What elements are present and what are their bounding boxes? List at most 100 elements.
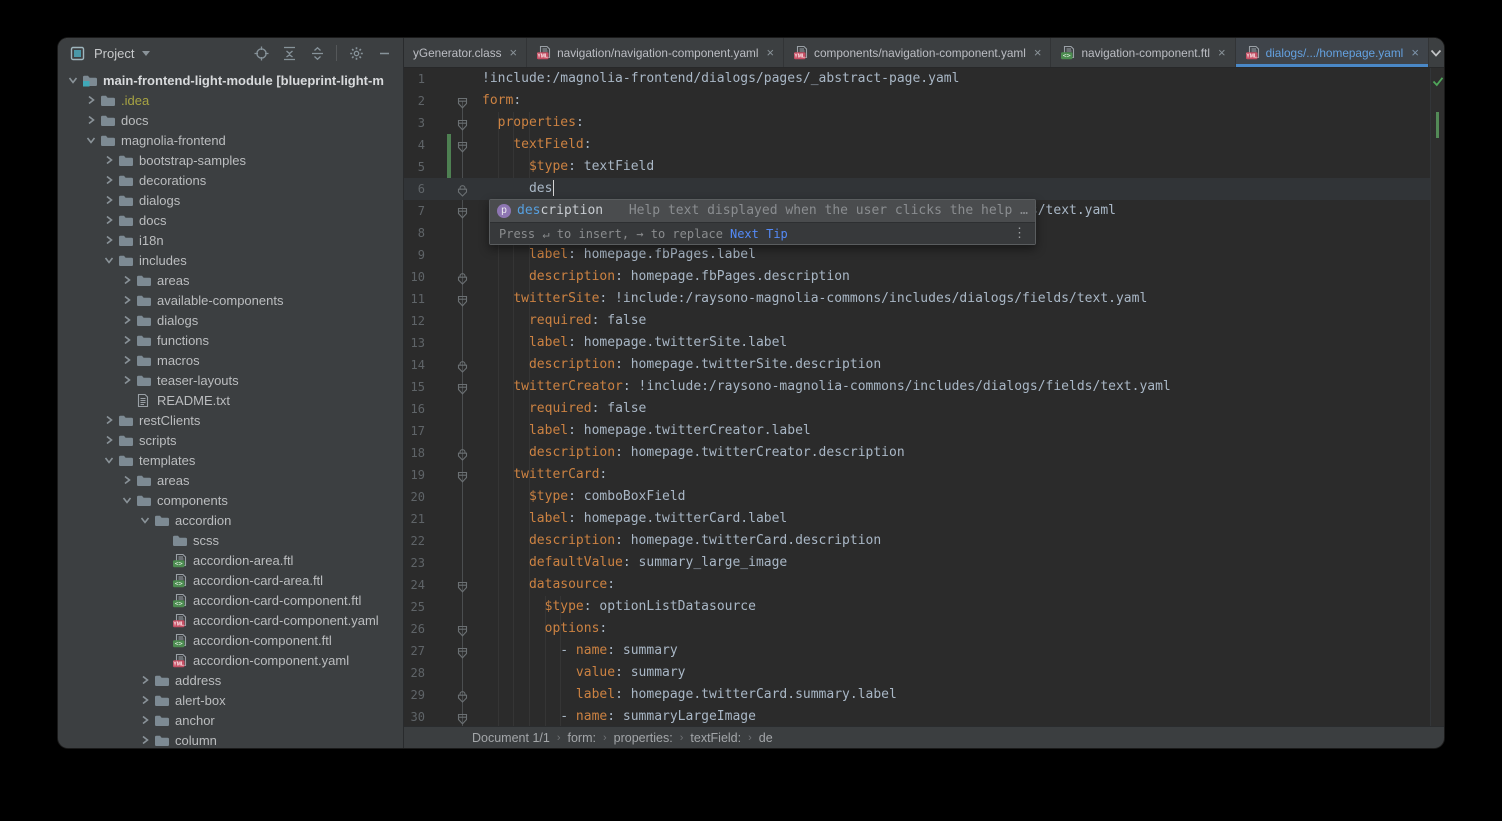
code-line-9[interactable]: 9 label: homepage.fbPages.label (404, 244, 1430, 266)
hide-tool-window-icon[interactable] (373, 42, 395, 64)
inspection-ok-check-icon[interactable] (1432, 73, 1444, 95)
tree-item-teaser-layouts[interactable]: teaser-layouts (58, 370, 403, 390)
tree-item-scss[interactable]: scss (58, 530, 403, 550)
chevron-right-icon[interactable] (100, 194, 118, 206)
close-tab-icon[interactable]: × (1034, 46, 1042, 59)
tree-item-main-frontend-light-module[interactable]: main-frontend-light-module [blueprint-li… (58, 70, 403, 90)
tree-item-accordion-component.ftl[interactable]: <>accordion-component.ftl (58, 630, 403, 650)
tree-item-available-components[interactable]: available-components (58, 290, 403, 310)
chevron-right-icon[interactable] (118, 294, 136, 306)
close-tab-icon[interactable]: × (1218, 46, 1226, 59)
close-tab-icon[interactable]: × (766, 46, 774, 59)
hidden-tabs-dropdown-icon[interactable] (1429, 38, 1444, 67)
chevron-right-icon[interactable] (118, 374, 136, 386)
tree-item-accordion-card-component.yaml[interactable]: YMLaccordion-card-component.yaml (58, 610, 403, 630)
chevron-down-icon[interactable] (100, 454, 118, 466)
collapse-all-icon[interactable] (278, 42, 300, 64)
code-line-11[interactable]: 11 twitterSite: !include:/raysono-magnol… (404, 288, 1430, 310)
code-line-2[interactable]: 2form: (404, 90, 1430, 112)
tree-item-decorations[interactable]: decorations (58, 170, 403, 190)
code-line-21[interactable]: 21 label: homepage.twitterCard.label (404, 508, 1430, 530)
code-line-14[interactable]: 14 description: homepage.twitterSite.des… (404, 354, 1430, 376)
editor-tab-navigation-navigation-component.yaml[interactable]: YMLnavigation/navigation-component.yaml× (527, 38, 784, 67)
code-line-24[interactable]: 24 datasource: (404, 574, 1430, 596)
code-line-4[interactable]: 4 textField: (404, 134, 1430, 156)
code-line-19[interactable]: 19 twitterCard: (404, 464, 1430, 486)
tree-item-restClients[interactable]: restClients (58, 410, 403, 430)
code-line-25[interactable]: 25 $type: optionListDatasource (404, 596, 1430, 618)
code-line-28[interactable]: 28 value: summary (404, 662, 1430, 684)
close-tab-icon[interactable]: × (1411, 46, 1419, 59)
chevron-right-icon[interactable] (100, 174, 118, 186)
code-line-18[interactable]: 18 description: homepage.twitterCreator.… (404, 442, 1430, 464)
more-options-icon[interactable]: ⋮ (1013, 223, 1026, 245)
chevron-right-icon[interactable] (136, 734, 154, 746)
tree-item-functions[interactable]: functions (58, 330, 403, 350)
chevron-down-icon[interactable] (82, 134, 100, 146)
tree-item-dialogs[interactable]: dialogs (58, 190, 403, 210)
tree-item-accordion[interactable]: accordion (58, 510, 403, 530)
code-line-20[interactable]: 20 $type: comboBoxField (404, 486, 1430, 508)
expand-all-icon[interactable] (306, 42, 328, 64)
editor-tab-components-navigation-component.yaml[interactable]: YMLcomponents/navigation-component.yaml× (784, 38, 1051, 67)
tree-item-macros[interactable]: macros (58, 350, 403, 370)
chevron-right-icon[interactable] (118, 354, 136, 366)
chevron-right-icon[interactable] (100, 414, 118, 426)
chevron-right-icon[interactable] (118, 314, 136, 326)
code-line-5[interactable]: 5 $type: textField (404, 156, 1430, 178)
yaml-structure-marker-icon[interactable] (457, 711, 468, 726)
tree-item-column[interactable]: column (58, 730, 403, 748)
code-line-10[interactable]: 10 description: homepage.fbPages.descrip… (404, 266, 1430, 288)
breadcrumb-item[interactable]: textField: (690, 731, 741, 745)
tree-item-docs[interactable]: docs (58, 110, 403, 130)
chevron-down-icon[interactable] (64, 74, 82, 86)
code-line-13[interactable]: 13 label: homepage.twitterSite.label (404, 332, 1430, 354)
chevron-right-icon[interactable] (82, 114, 100, 126)
chevron-down-icon[interactable] (136, 514, 154, 526)
tree-item-magnolia-frontend[interactable]: magnolia-frontend (58, 130, 403, 150)
completion-item-description[interactable]: p description Help text displayed when t… (490, 200, 1035, 222)
tree-item-bootstrap-samples[interactable]: bootstrap-samples (58, 150, 403, 170)
chevron-right-icon[interactable] (100, 214, 118, 226)
tree-item-accordion-area.ftl[interactable]: <>accordion-area.ftl (58, 550, 403, 570)
code-line-23[interactable]: 23 defaultValue: summary_large_image (404, 552, 1430, 574)
editor-tab-navigation-component.ftl[interactable]: <>navigation-component.ftl× (1051, 38, 1235, 67)
code-line-3[interactable]: 3 properties: (404, 112, 1430, 134)
code-line-22[interactable]: 22 description: homepage.twitterCard.des… (404, 530, 1430, 552)
code-line-26[interactable]: 26 options: (404, 618, 1430, 640)
chevron-right-icon[interactable] (136, 694, 154, 706)
editor-scrollbar[interactable] (1430, 68, 1444, 726)
breadcrumb-item[interactable]: de (759, 731, 773, 745)
code-line-30[interactable]: 30 - name: summaryLargeImage (404, 706, 1430, 726)
tree-item-accordion-card-area.ftl[interactable]: <>accordion-card-area.ftl (58, 570, 403, 590)
code-line-6[interactable]: 6 des (404, 178, 1430, 200)
code-line-27[interactable]: 27 - name: summary (404, 640, 1430, 662)
chevron-right-icon[interactable] (100, 434, 118, 446)
chevron-right-icon[interactable] (118, 334, 136, 346)
next-tip-link[interactable]: Next Tip (730, 223, 788, 245)
code-line-29[interactable]: 29 label: homepage.twitterCard.summary.l… (404, 684, 1430, 706)
code-line-1[interactable]: 1!include:/magnolia-frontend/dialogs/pag… (404, 68, 1430, 90)
chevron-right-icon[interactable] (136, 674, 154, 686)
editor-tab-yGenerator.class[interactable]: yGenerator.class× (404, 38, 527, 67)
select-opened-file-icon[interactable] (250, 42, 272, 64)
tree-item-docs[interactable]: docs (58, 210, 403, 230)
chevron-right-icon[interactable] (136, 714, 154, 726)
tree-item-includes[interactable]: includes (58, 250, 403, 270)
tree-item-components[interactable]: components (58, 490, 403, 510)
breadcrumb-item[interactable]: Document 1/1 (472, 731, 550, 745)
code-editor[interactable]: 1!include:/magnolia-frontend/dialogs/pag… (404, 68, 1444, 726)
chevron-right-icon[interactable] (100, 234, 118, 246)
chevron-right-icon[interactable] (100, 154, 118, 166)
code-line-12[interactable]: 12 required: false (404, 310, 1430, 332)
tree-item-i18n[interactable]: i18n (58, 230, 403, 250)
tree-item-anchor[interactable]: anchor (58, 710, 403, 730)
project-view-dropdown-icon[interactable] (142, 51, 150, 56)
chevron-down-icon[interactable] (100, 254, 118, 266)
breadcrumb-item[interactable]: properties: (614, 731, 673, 745)
tree-item-areas[interactable]: areas (58, 470, 403, 490)
tree-item-alert-box[interactable]: alert-box (58, 690, 403, 710)
tree-item-dialogs[interactable]: dialogs (58, 310, 403, 330)
tree-item-address[interactable]: address (58, 670, 403, 690)
close-tab-icon[interactable]: × (510, 46, 518, 59)
